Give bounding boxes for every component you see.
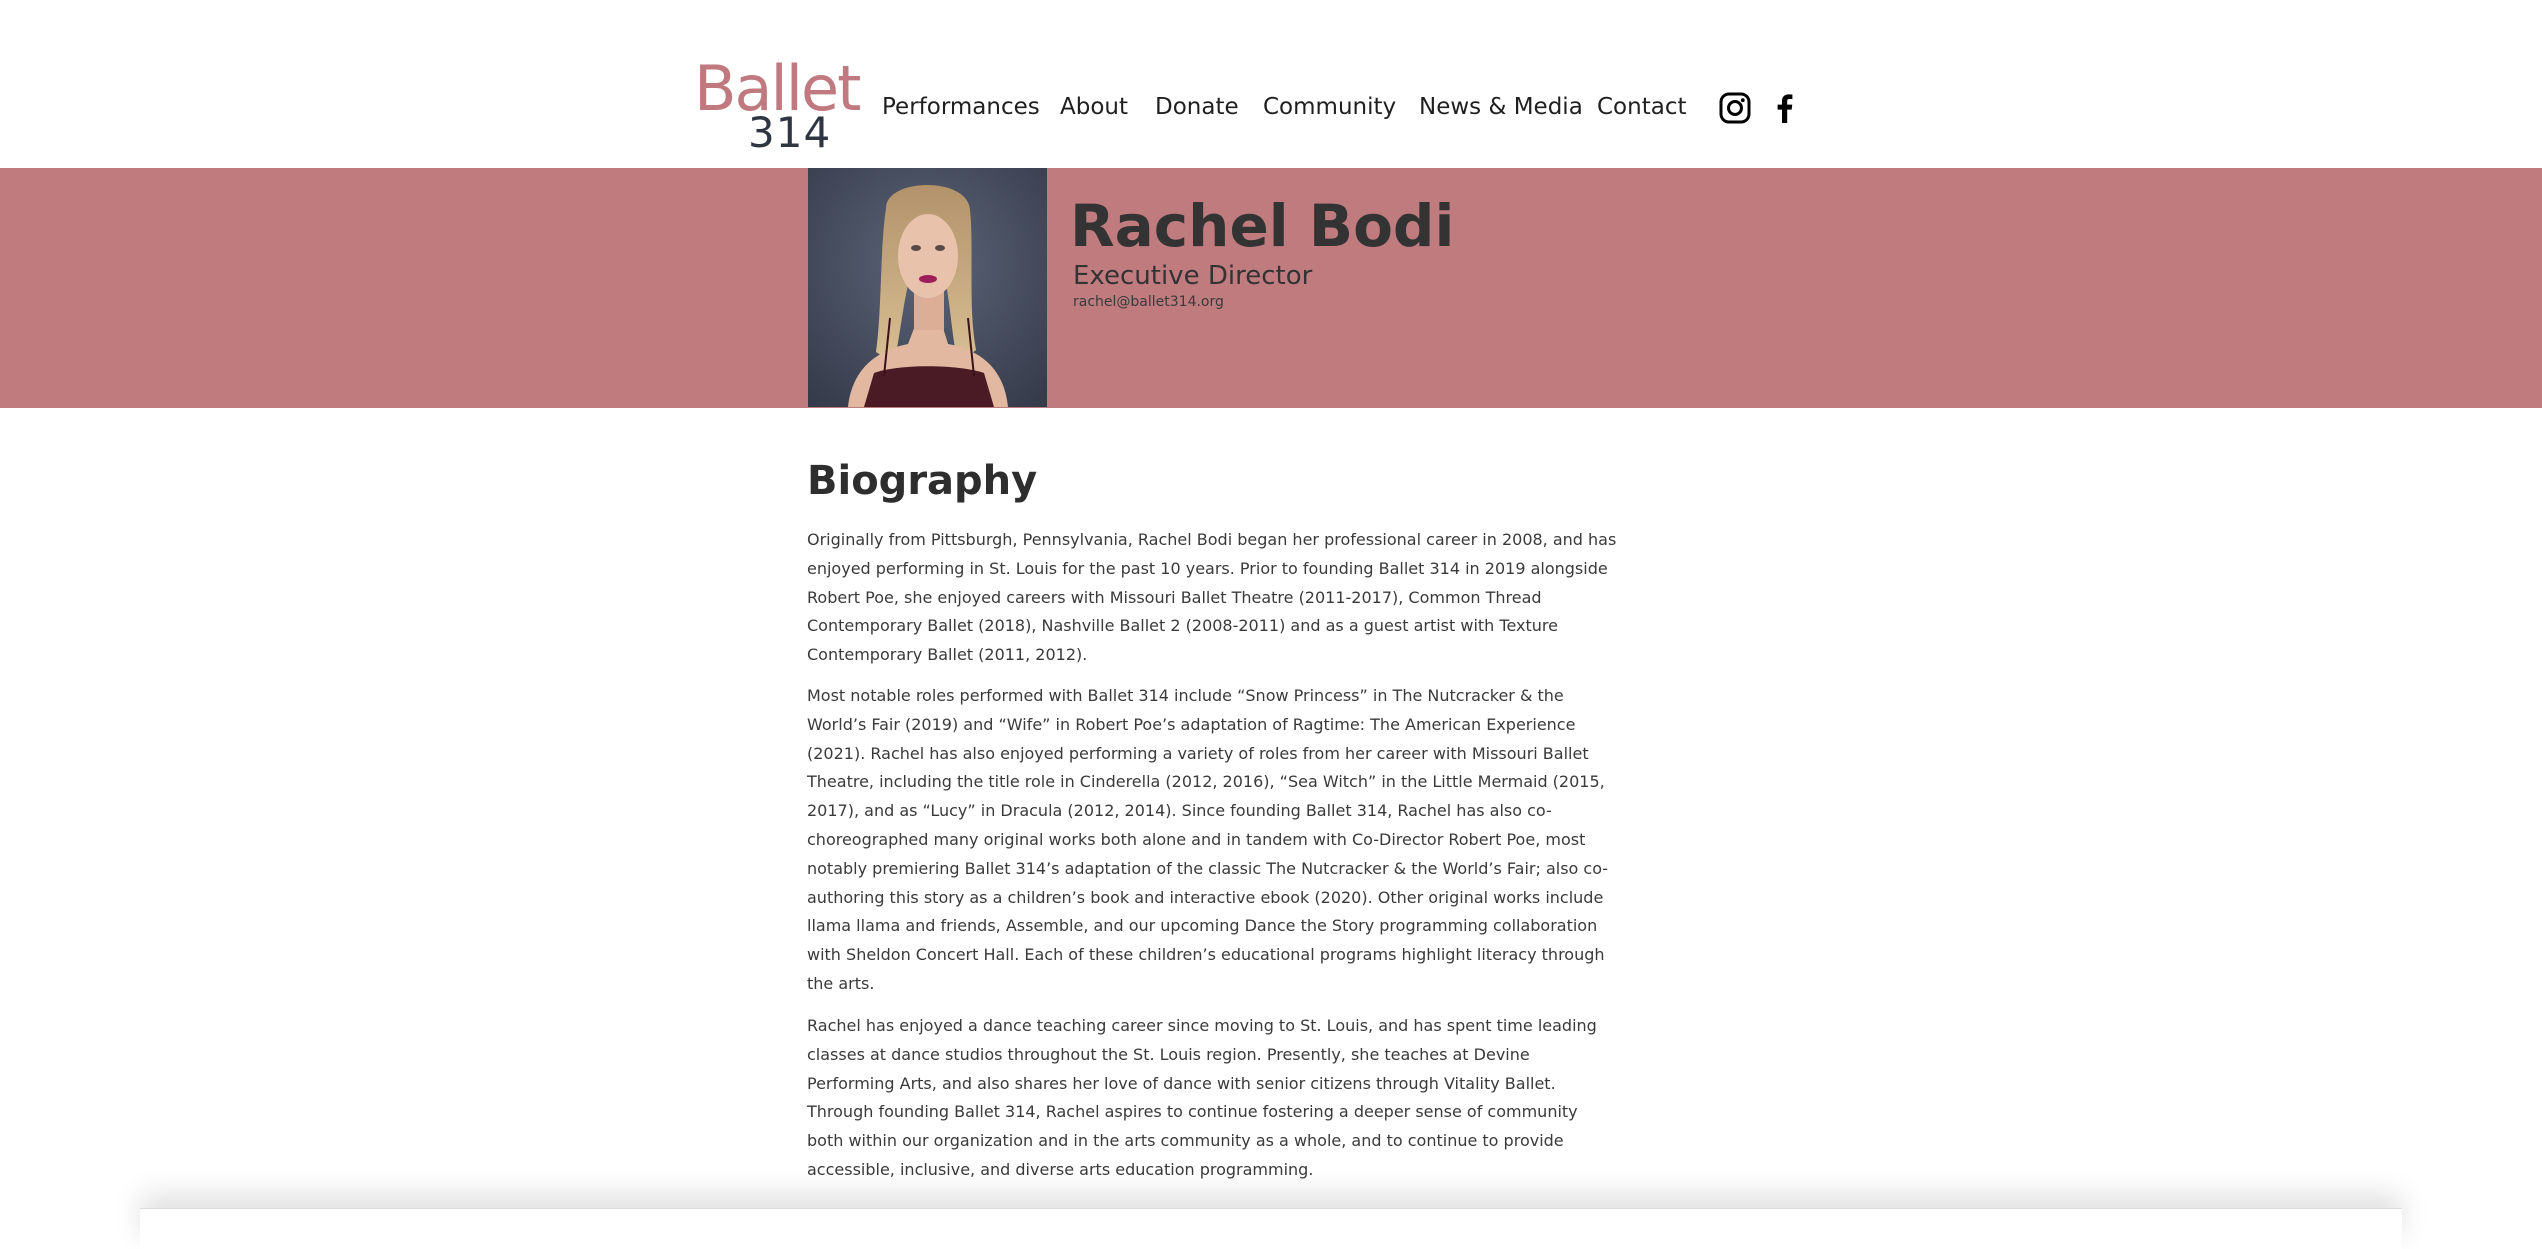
facebook-icon[interactable] xyxy=(1769,92,1801,124)
footer-panel-edge xyxy=(140,1208,2402,1249)
biography-paragraph-1: Originally from Pittsburgh, Pennsylvania… xyxy=(807,530,1617,665)
nav-item-donate[interactable]: Donate xyxy=(1155,94,1239,124)
biography-heading: Biography xyxy=(807,458,1038,504)
profile-email-link[interactable]: rachel@ballet314.org xyxy=(1073,294,1224,310)
profile-name: Rachel Bodi xyxy=(1070,192,1455,260)
biography-paragraph-3: Rachel has enjoyed a dance teaching care… xyxy=(807,1016,1597,1179)
nav-item-contact[interactable]: Contact xyxy=(1597,94,1686,124)
nav-item-community[interactable]: Community xyxy=(1263,94,1396,124)
ballet-314-logo[interactable]: Ballet 314 xyxy=(692,58,861,158)
profile-banner: Rachel Bodi Executive Director rachel@ba… xyxy=(0,168,2542,408)
instagram-icon[interactable] xyxy=(1719,92,1751,124)
nav-item-news-media[interactable]: News & Media xyxy=(1419,94,1583,124)
nav-item-performances[interactable]: Performances xyxy=(882,94,1040,124)
nav-item-about[interactable]: About xyxy=(1060,94,1128,124)
logo-number: 314 xyxy=(748,108,832,157)
profile-photo xyxy=(808,168,1047,407)
site-header: Ballet 314 Performances About Donate Com… xyxy=(0,0,2542,168)
profile-title: Executive Director xyxy=(1073,261,1313,291)
biography-paragraph-2: Most notable roles performed with Ballet… xyxy=(807,686,1609,993)
